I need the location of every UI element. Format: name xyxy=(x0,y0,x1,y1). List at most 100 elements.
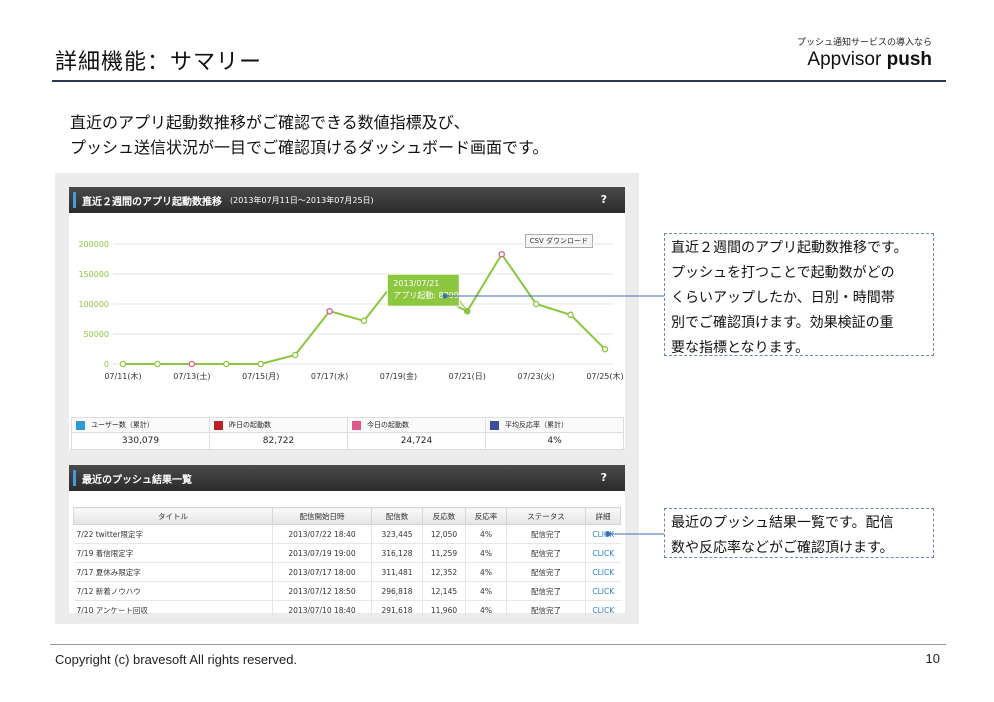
chart-widget-header: 直近２週間のアプリ起動数推移 (2013年07月11日〜2013年07月25日)… xyxy=(69,187,625,213)
cell-rate: 4% xyxy=(465,600,507,620)
cell-rate: 4% xyxy=(465,562,507,582)
launch-line-chart: 200000 150000 100000 50000 0 07/11(木) 07/13(土… xyxy=(78,240,623,381)
cell-datetime: 2013/07/17 18:00 xyxy=(272,562,372,582)
stat-label: ユーザー数（累計） xyxy=(91,421,154,429)
cell-sent: 323,445 xyxy=(371,524,423,544)
cell-title: 7/12 新着ノウハウ xyxy=(73,581,273,601)
cell-status: 配信完了 xyxy=(506,543,586,563)
cell-status: 配信完了 xyxy=(506,581,586,601)
table-header-row: タイトル 配信開始日時 配信数 反応数 反応率 ステータス 詳細 xyxy=(73,507,621,525)
cell-sent: 316,128 xyxy=(371,543,423,563)
detail-click-link[interactable]: CLICK xyxy=(585,543,621,563)
help-icon[interactable]: ? xyxy=(601,193,607,206)
stat-label: 昨日の起動数 xyxy=(229,421,271,429)
data-point[interactable] xyxy=(567,311,574,319)
stat-value: 24,724 xyxy=(400,436,433,446)
y-tick-label: 100000 xyxy=(78,300,109,309)
stat-today: 今日の起動数 24,724 xyxy=(347,417,486,450)
data-point[interactable] xyxy=(326,307,333,315)
data-point[interactable] xyxy=(532,300,540,308)
y-tick-label: 0 xyxy=(104,360,109,369)
data-point[interactable] xyxy=(291,351,299,359)
table-row: 7/17 夏休み限定字 2013/07/17 18:00 311,481 12,… xyxy=(73,562,621,582)
data-point[interactable] xyxy=(498,250,505,258)
callout-line: くらいアップしたか、日別・時間帯 xyxy=(671,290,895,306)
cell-sent: 296,818 xyxy=(371,581,423,601)
column-header: 配信開始日時 xyxy=(272,507,372,525)
detail-click-link[interactable]: CLICK xyxy=(585,581,621,601)
stat-yesterday: 昨日の起動数 82,722 xyxy=(209,417,348,450)
results-widget: 最近のプッシュ結果一覧 ? タイトル 配信開始日時 配信数 反応数 反応率 ステ… xyxy=(69,465,625,620)
cell-status: 配信完了 xyxy=(506,562,586,582)
detail-click-link[interactable]: CLICK xyxy=(585,524,621,544)
title-divider xyxy=(52,80,946,82)
chart-date-range: (2013年07月11日〜2013年07月25日) xyxy=(230,195,374,205)
tooltip-date: 2013/07/21 xyxy=(393,279,439,288)
cell-responses: 11,259 xyxy=(422,543,466,563)
detail-click-link[interactable]: CLICK xyxy=(585,600,621,620)
stat-color-swatch xyxy=(76,420,85,430)
column-header: 詳細 xyxy=(585,507,621,525)
copyright: Copyright (c) bravesoft All rights reser… xyxy=(55,652,298,667)
dashboard-screenshot: 直近２週間のアプリ起動数推移 (2013年07月11日〜2013年07月25日)… xyxy=(55,173,639,624)
brand-logo: Appvisor push xyxy=(807,49,932,71)
results-table: タイトル 配信開始日時 配信数 反応数 反応率 ステータス 詳細 7/22 tw… xyxy=(73,507,621,620)
chart-widget: 直近２週間のアプリ起動数推移 (2013年07月11日〜2013年07月25日)… xyxy=(69,187,625,449)
brand-name: Appvisor xyxy=(807,49,882,70)
callout-line: 要な指標となります。 xyxy=(671,340,810,356)
stat-value: 330,079 xyxy=(121,436,160,446)
cell-title: 7/19 着信限定字 xyxy=(73,543,273,563)
intro-text: 直近のアプリ起動数推移がご確認できる数値指標及び、 プッシュ送信状況が一目でご確… xyxy=(70,110,548,160)
x-tick-label: 07/15(月) xyxy=(242,372,279,381)
cell-datetime: 2013/07/10 18:40 xyxy=(272,600,372,620)
results-widget-header: 最近のプッシュ結果一覧 ? xyxy=(69,465,625,491)
cell-rate: 4% xyxy=(465,524,507,544)
data-point[interactable] xyxy=(119,360,127,368)
y-tick-label: 50000 xyxy=(84,330,109,339)
cell-sent: 291,618 xyxy=(371,600,423,620)
cell-status: 配信完了 xyxy=(506,524,586,544)
x-tick-label: 07/23(火) xyxy=(517,372,554,381)
x-tick-label: 07/13(土) xyxy=(173,371,210,381)
stat-response-rate: 平均反応率（累計） 4% xyxy=(485,417,624,450)
data-point[interactable] xyxy=(601,345,609,353)
cell-datetime: 2013/07/22 18:40 xyxy=(272,524,372,544)
x-tick-label: 07/11(木) xyxy=(104,371,141,381)
cell-responses: 11,960 xyxy=(422,600,466,620)
cell-responses: 12,050 xyxy=(422,524,466,544)
callout-line: 数や反応率などがご確認頂けます。 xyxy=(671,540,894,556)
stat-value: 4% xyxy=(547,436,562,446)
data-point[interactable] xyxy=(360,317,368,325)
series-line xyxy=(123,252,606,365)
cell-sent: 311,481 xyxy=(371,562,423,582)
table-row: 7/10 アンケート回収 2013/07/10 18:40 291,618 11… xyxy=(73,600,621,620)
table-row: 7/12 新着ノウハウ 2013/07/12 18:50 296,818 12,… xyxy=(73,581,621,601)
data-point[interactable] xyxy=(257,360,264,368)
table-row: 7/19 着信限定字 2013/07/19 19:00 316,128 11,2… xyxy=(73,543,621,563)
stat-label: 平均反応率（累計） xyxy=(505,421,568,429)
data-point[interactable] xyxy=(188,360,196,368)
column-header: タイトル xyxy=(73,507,273,525)
data-point[interactable] xyxy=(223,360,230,368)
results-callout: 最近のプッシュ結果一覧です。配信 数や反応率などがご確認頂けます。 xyxy=(664,508,934,558)
stat-color-swatch xyxy=(214,420,223,430)
chart-callout: 直近２週間のアプリ起動数推移です。 プッシュを打つことで起動数がどの くらいアッ… xyxy=(664,233,934,356)
footer-divider xyxy=(50,644,946,645)
tooltip-value: アプリ起動: 87998 xyxy=(393,291,464,300)
intro-line-1: 直近のアプリ起動数推移がご確認できる数値指標及び、 xyxy=(70,113,470,132)
intro-line-2: プッシュ送信状況が一目でご確認頂けるダッシュボード画面です。 xyxy=(70,138,549,157)
table-row: 7/22 twitter限定字 2013/07/22 18:40 323,445… xyxy=(73,524,621,544)
cell-responses: 12,145 xyxy=(422,581,466,601)
y-tick-label: 200000 xyxy=(78,240,109,249)
results-widget-title: 最近のプッシュ結果一覧 xyxy=(82,474,192,486)
cell-responses: 12,352 xyxy=(422,562,466,582)
cell-datetime: 2013/07/12 18:50 xyxy=(272,581,372,601)
column-header: 配信数 xyxy=(371,507,423,525)
data-point[interactable] xyxy=(154,360,161,368)
help-icon[interactable]: ? xyxy=(601,471,607,484)
column-header: 反応率 xyxy=(465,507,507,525)
detail-click-link[interactable]: CLICK xyxy=(585,562,621,582)
callout-line: プッシュを打つことで起動数がどの xyxy=(671,265,895,281)
cell-title: 7/22 twitter限定字 xyxy=(73,524,273,544)
stat-color-swatch xyxy=(352,420,361,430)
